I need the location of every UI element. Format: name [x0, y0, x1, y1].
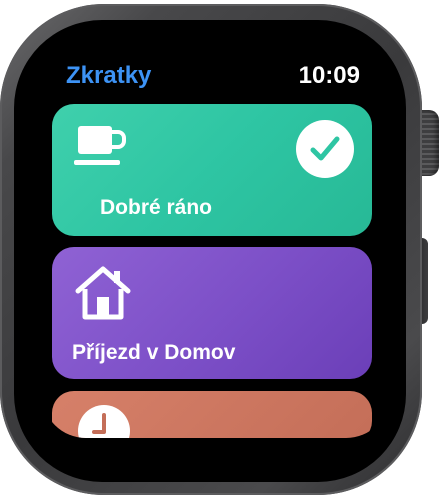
app-title[interactable]: Zkratky: [66, 62, 151, 90]
shortcut-label-good-morning: Dobré ráno: [100, 196, 213, 219]
watch-device: Zkratky 10:09 Dobré ráno Příjezd v Domov: [0, 0, 439, 495]
status-bar: Zkratky 10:09: [42, 46, 390, 96]
clock-icon: [76, 403, 132, 438]
clock-time: 10:09: [298, 62, 360, 89]
watch-screen: Zkratky 10:09 Dobré ráno Příjezd v Domov: [42, 46, 390, 438]
shortcut-card-arrive-home[interactable]: Příjezd v Domov: [52, 247, 372, 379]
home-icon: [72, 265, 134, 321]
checkmark-icon: [310, 136, 340, 161]
coffee-cup-icon: [74, 124, 128, 170]
shortcut-label-arrive-home: Příjezd v Domov: [72, 341, 236, 364]
completed-badge[interactable]: [296, 120, 354, 178]
shortcut-card-good-morning[interactable]: Dobré ráno: [52, 104, 372, 236]
shortcut-card-partial[interactable]: [52, 391, 372, 438]
